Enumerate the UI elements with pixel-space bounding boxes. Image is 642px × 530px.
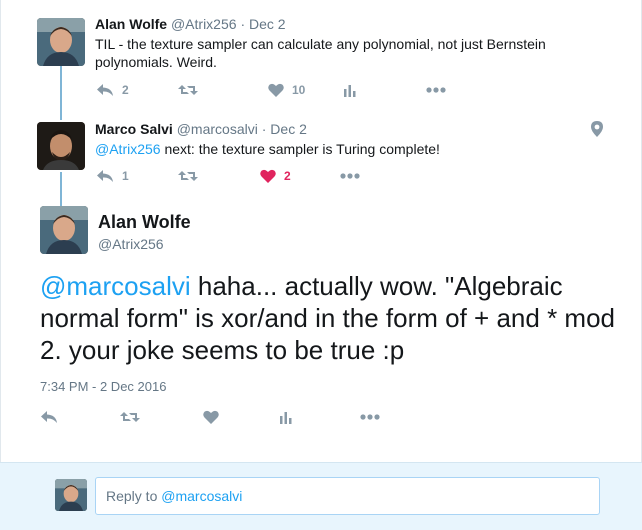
- heart-icon: [260, 169, 276, 183]
- author-name[interactable]: Alan Wolfe: [98, 212, 191, 233]
- like-count: 2: [284, 169, 291, 183]
- mention-link[interactable]: @Atrix256: [95, 141, 161, 157]
- more-icon: [426, 87, 446, 93]
- analytics-icon: [344, 85, 356, 97]
- tweet-text: TIL - the texture sampler can calculate …: [95, 36, 546, 70]
- tweet-time[interactable]: Dec 2: [270, 121, 307, 137]
- avatar-photo: [37, 122, 85, 170]
- more-button[interactable]: [340, 173, 360, 179]
- tweet-text-body: next: the texture sampler is Turing comp…: [160, 141, 440, 157]
- like-count: 10: [292, 83, 306, 97]
- more-icon: [360, 414, 380, 420]
- author-handle[interactable]: @Atrix256: [171, 16, 237, 32]
- location-pin-icon[interactable]: [591, 121, 603, 142]
- heart-icon: [268, 83, 284, 97]
- separator: ·: [261, 121, 267, 137]
- avatar[interactable]: [40, 206, 88, 254]
- reply-icon: [41, 411, 57, 423]
- tweet-text: @Atrix256 next: the texture sampler is T…: [95, 140, 595, 158]
- retweet-button[interactable]: [178, 83, 268, 97]
- tweet-header: Marco Salvi @marcosalvi · Dec 2: [95, 121, 307, 137]
- more-icon: [340, 173, 360, 179]
- retweet-button[interactable]: [120, 410, 203, 424]
- author-name[interactable]: Alan Wolfe: [95, 16, 167, 32]
- thread-connector-line: [60, 172, 62, 208]
- tweet-timestamp[interactable]: 7:34 PM - 2 Dec 2016: [40, 379, 166, 394]
- more-button[interactable]: [426, 87, 446, 93]
- author-name[interactable]: Marco Salvi: [95, 121, 173, 137]
- avatar[interactable]: [37, 122, 85, 170]
- reply-button[interactable]: 1: [96, 169, 178, 183]
- avatar-photo: [55, 479, 87, 511]
- reply-icon: [97, 170, 113, 182]
- analytics-button[interactable]: [344, 83, 426, 97]
- tweet-header: Alan Wolfe @Atrix256 · Dec 2: [95, 16, 286, 32]
- author-handle[interactable]: @Atrix256: [98, 236, 164, 252]
- tweet-time[interactable]: Dec 2: [249, 16, 286, 32]
- retweet-button[interactable]: [178, 169, 260, 183]
- reply-placeholder-mention: @marcosalvi: [161, 488, 243, 504]
- avatar-photo: [40, 206, 88, 254]
- reply-input[interactable]: Reply to @marcosalvi: [95, 477, 600, 515]
- retweet-icon: [178, 171, 198, 181]
- thread-connector-line: [60, 66, 62, 120]
- tweet-thread-frame: [0, 0, 642, 530]
- reply-placeholder-prefix: Reply to: [106, 488, 162, 504]
- analytics-button[interactable]: [280, 410, 360, 424]
- retweet-icon: [178, 85, 198, 95]
- retweet-icon: [120, 412, 140, 422]
- author-handle[interactable]: @marcosalvi: [177, 121, 258, 137]
- avatar-photo: [37, 18, 85, 66]
- reply-count: 1: [122, 169, 129, 183]
- like-button[interactable]: 10: [268, 83, 344, 97]
- tweet-text: @marcosalvi haha... actually wow. "Algeb…: [40, 270, 620, 366]
- reply-button[interactable]: 2: [96, 83, 178, 97]
- avatar[interactable]: [37, 18, 85, 66]
- separator: ·: [240, 16, 246, 32]
- reply-count: 2: [122, 83, 129, 97]
- reply-icon: [97, 84, 113, 96]
- reply-button[interactable]: [40, 410, 120, 424]
- tweet-actions: 2 10: [96, 83, 446, 97]
- tweet-actions: 1 2: [96, 169, 360, 183]
- like-button[interactable]: [203, 410, 280, 424]
- tweet-actions: [40, 410, 380, 424]
- like-button[interactable]: 2: [260, 169, 340, 183]
- avatar: [55, 479, 87, 511]
- heart-icon: [203, 410, 219, 424]
- analytics-icon: [280, 412, 292, 424]
- mention-link[interactable]: @marcosalvi: [40, 271, 191, 301]
- more-button[interactable]: [360, 414, 380, 420]
